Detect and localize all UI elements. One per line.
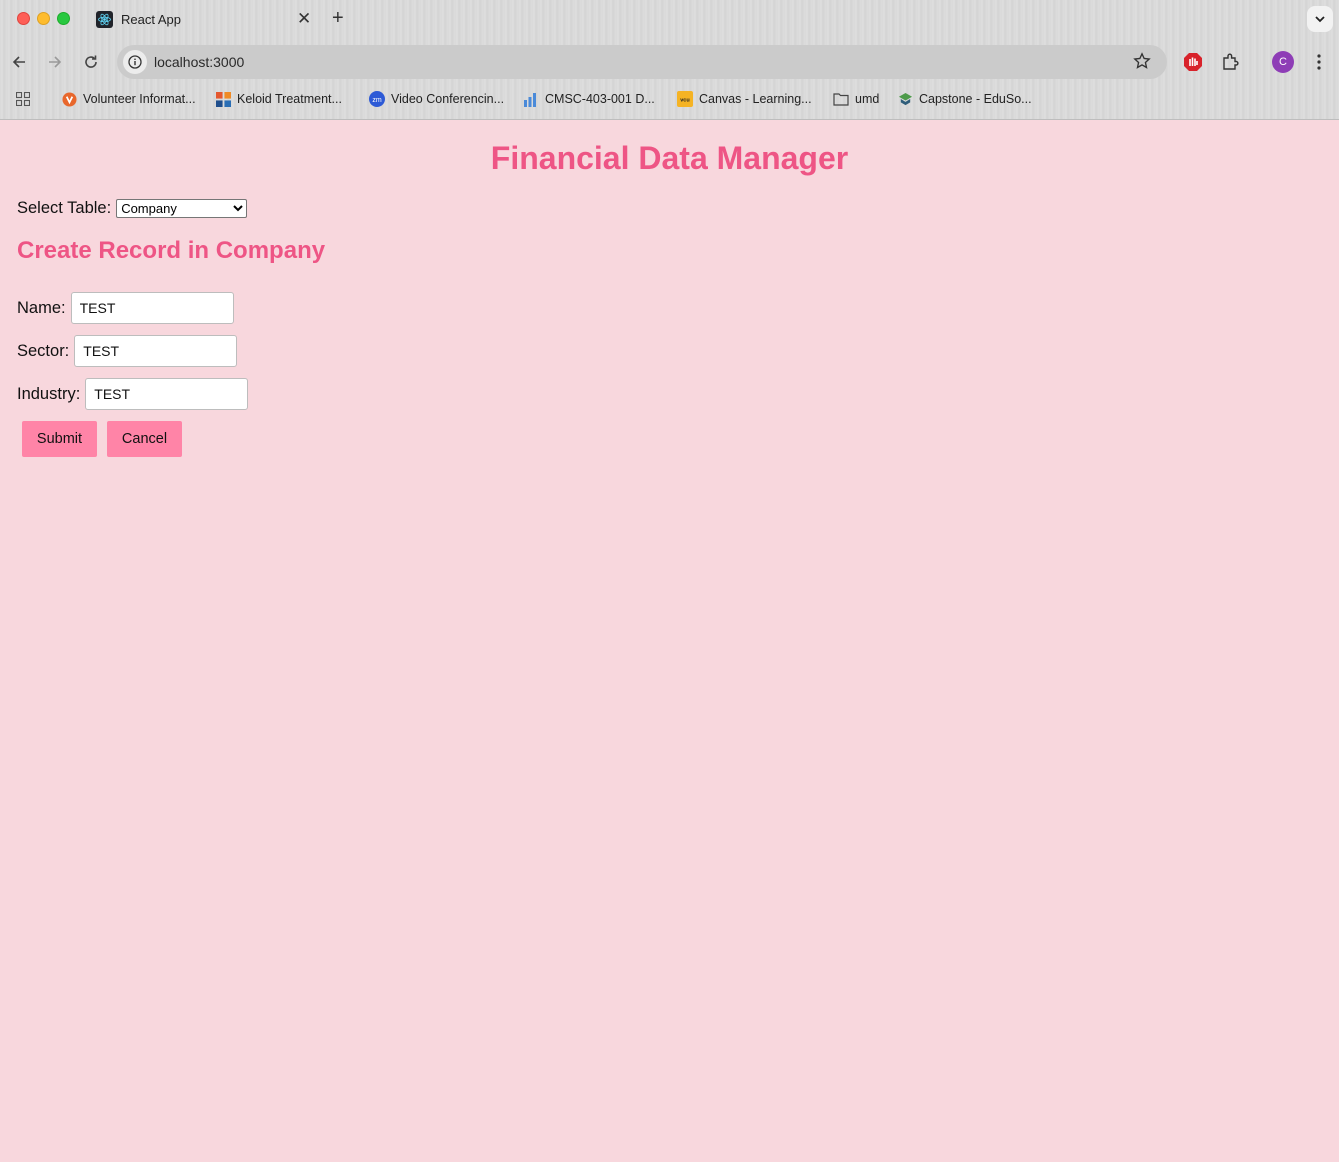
reload-button[interactable]	[79, 50, 103, 74]
bookmarks-bar: Volunteer Informat... Keloid Treatment..…	[0, 86, 1339, 112]
more-menu-icon[interactable]	[1307, 50, 1331, 74]
bookmark-label: Canvas - Learning...	[699, 92, 812, 106]
bookmark-label: CMSC-403-001 D...	[545, 92, 655, 106]
tab-title: React App	[121, 12, 181, 27]
sector-input[interactable]	[74, 335, 238, 367]
table-select[interactable]: Company	[116, 199, 248, 218]
bookmark-label: Capstone - EduSo...	[919, 92, 1032, 106]
bookmark-label: Video Conferencin...	[391, 92, 505, 106]
industry-row: Industry:	[17, 378, 249, 410]
section-title: Create Record in Company	[17, 237, 326, 264]
apps-grid-icon[interactable]	[15, 91, 31, 111]
svg-text:vcu: vcu	[680, 98, 689, 104]
forward-button[interactable]	[43, 50, 67, 74]
industry-input[interactable]	[85, 378, 249, 410]
edusource-icon	[897, 91, 913, 107]
folder-icon	[833, 91, 849, 107]
site-info-icon[interactable]	[123, 50, 147, 74]
react-icon	[96, 11, 113, 28]
browser-chrome: React App ✕ + localhost:3000 C Volunteer…	[0, 0, 1339, 120]
adblock-extension-icon[interactable]	[1181, 50, 1205, 74]
tab-search-button[interactable]	[1307, 6, 1333, 32]
bookmark-item[interactable]: Keloid Treatment...	[215, 90, 342, 108]
page-title: Financial Data Manager	[490, 140, 849, 176]
sector-row: Sector:	[17, 335, 238, 367]
bookmark-item[interactable]: Capstone - EduSo...	[897, 90, 1032, 108]
new-tab-icon[interactable]: +	[332, 8, 344, 28]
close-window-button[interactable]	[17, 12, 30, 25]
chevron-down-icon	[1315, 16, 1325, 23]
arrow-right-icon	[49, 56, 62, 68]
v-circle-icon	[61, 91, 77, 107]
select-table-label: Select Table:	[17, 199, 112, 217]
bar-chart-icon	[523, 91, 539, 107]
back-button[interactable]	[7, 50, 31, 74]
bookmark-label: umd	[855, 92, 880, 106]
profile-avatar[interactable]: C	[1272, 51, 1294, 73]
bookmark-item[interactable]: vcu Canvas - Learning...	[677, 90, 812, 108]
reload-icon	[85, 55, 97, 68]
close-tab-icon[interactable]: ✕	[297, 10, 311, 28]
zoom-icon: zm	[369, 91, 385, 107]
sector-label: Sector:	[17, 341, 70, 360]
bookmark-label: Volunteer Informat...	[83, 92, 196, 106]
maximize-window-button[interactable]	[57, 12, 70, 25]
grid-color-icon	[215, 91, 231, 107]
arrow-left-icon	[12, 56, 25, 68]
minimize-window-button[interactable]	[37, 12, 50, 25]
bookmark-star-icon[interactable]	[1133, 52, 1151, 75]
name-row: Name:	[17, 292, 234, 324]
cancel-button[interactable]: Cancel	[107, 421, 182, 457]
submit-button[interactable]: Submit	[22, 421, 97, 457]
bookmark-item[interactable]: CMSC-403-001 D...	[523, 90, 655, 108]
bookmark-item[interactable]: zm Video Conferencin...	[369, 90, 504, 108]
bookmark-folder[interactable]: umd	[833, 90, 879, 108]
url-text[interactable]: localhost:3000	[154, 54, 244, 70]
name-label: Name:	[17, 298, 66, 317]
name-input[interactable]	[70, 292, 234, 324]
extensions-icon[interactable]	[1218, 50, 1242, 74]
svg-text:zm: zm	[372, 97, 382, 104]
address-bar[interactable]: localhost:3000	[117, 45, 1167, 79]
vcu-icon: vcu	[677, 91, 693, 107]
table-select-row: Select Table: Company	[17, 199, 248, 218]
browser-tab[interactable]: React App ✕	[84, 4, 322, 36]
bookmark-item[interactable]: Volunteer Informat...	[61, 90, 196, 108]
bookmark-label: Keloid Treatment...	[237, 92, 342, 106]
industry-label: Industry:	[17, 384, 81, 403]
